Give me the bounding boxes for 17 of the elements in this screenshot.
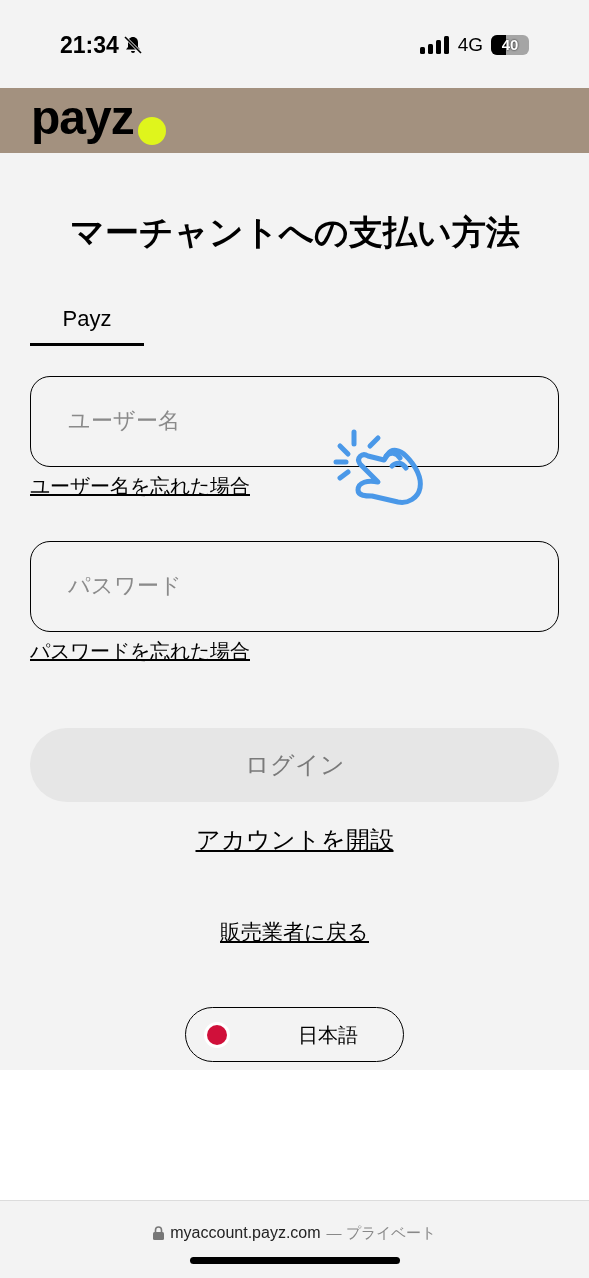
page-title: マーチャントへの支払い方法: [68, 212, 521, 253]
forgot-link[interactable]: パスワードを忘れた場合: [30, 635, 250, 666]
back-link[interactable]: 販売業者に戻る: [220, 915, 369, 947]
flag-icon: [204, 1021, 230, 1048]
tab[interactable]: Payz: [30, 293, 144, 346]
open-account-link[interactable]: アカウントを開設: [195, 821, 394, 858]
private-label: — プライベート: [326, 1222, 436, 1243]
signal-icon: [419, 36, 450, 54]
input-field[interactable]: ユーザー名: [30, 375, 559, 467]
status-time: 21:34: [60, 30, 119, 60]
muted-bell-icon: [122, 35, 143, 55]
lock-icon: [153, 1226, 165, 1240]
network-label: 4G: [457, 32, 483, 57]
forgot-link[interactable]: ユーザー名を忘れた場合: [30, 470, 250, 501]
logo: payz: [31, 94, 134, 146]
input-field[interactable]: パスワード: [30, 540, 559, 632]
url-text[interactable]: myaccount.payz.com: [170, 1221, 321, 1245]
